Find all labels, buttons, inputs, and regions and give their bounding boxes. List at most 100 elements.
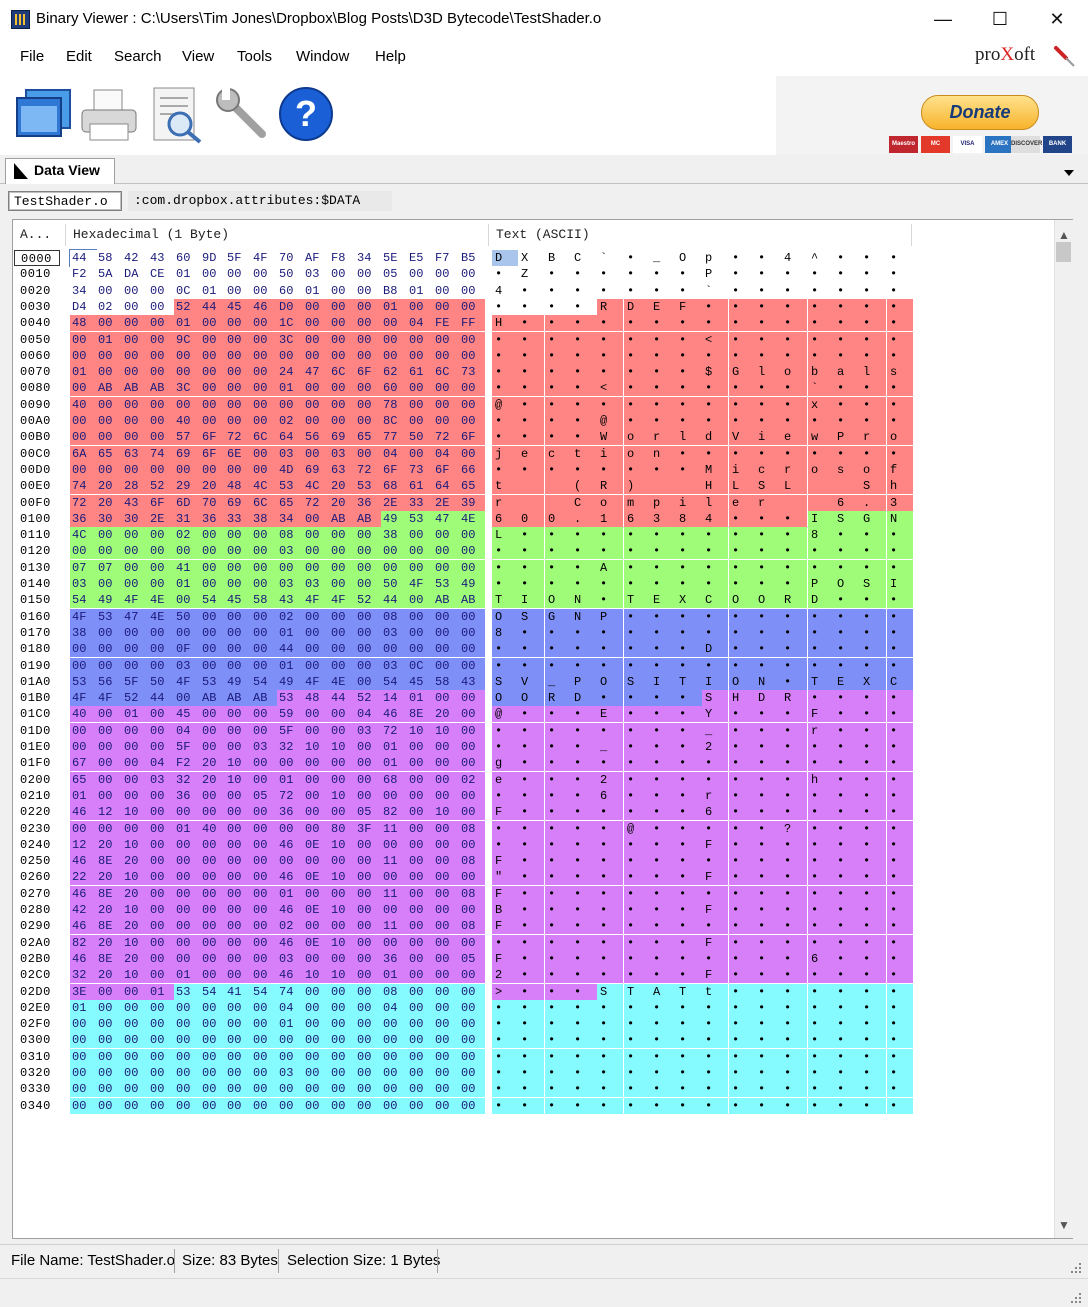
hex-byte-cell[interactable]: 00 <box>122 348 148 364</box>
hex-byte-cell[interactable]: 00 <box>277 853 303 869</box>
ascii-char-cell[interactable]: • <box>650 853 676 869</box>
hex-byte-cell[interactable]: 00 <box>174 348 200 364</box>
ascii-char-cell[interactable]: r <box>492 495 518 511</box>
ascii-char-cell[interactable]: • <box>781 315 807 331</box>
hex-byte-cell[interactable]: 48 <box>70 315 96 331</box>
ascii-char-cell[interactable]: • <box>676 1098 702 1114</box>
ascii-char-cell[interactable]: • <box>834 755 860 771</box>
ascii-char-cell[interactable]: • <box>702 886 728 902</box>
ascii-char-cell[interactable]: • <box>887 772 913 788</box>
ascii-char-cell[interactable]: • <box>781 804 807 820</box>
ascii-char-cell[interactable]: • <box>597 527 623 543</box>
ascii-char-cell[interactable]: @ <box>492 397 518 413</box>
ascii-char-cell[interactable]: • <box>597 1098 623 1114</box>
hex-byte-cell[interactable]: 03 <box>174 658 200 674</box>
ascii-char-cell[interactable]: ` <box>808 380 834 396</box>
ascii-char-cell[interactable]: • <box>650 543 676 559</box>
hex-byte-cell[interactable]: 10 <box>329 902 355 918</box>
hex-byte-cell[interactable]: 00 <box>200 1000 226 1016</box>
ascii-char-cell[interactable]: P <box>597 609 623 625</box>
hex-byte-cell[interactable]: 00 <box>174 1098 200 1114</box>
ascii-char-cell[interactable]: • <box>781 658 807 674</box>
hex-byte-cell[interactable]: 00 <box>407 397 433 413</box>
ascii-char-cell[interactable]: • <box>650 967 676 983</box>
ascii-char-cell[interactable]: • <box>887 625 913 641</box>
ascii-char-cell[interactable]: • <box>755 560 781 576</box>
hex-byte-cell[interactable]: 00 <box>200 1049 226 1065</box>
hex-byte-cell[interactable]: 03 <box>277 576 303 592</box>
hex-byte-cell[interactable]: 67 <box>70 755 96 771</box>
ascii-char-cell[interactable]: • <box>860 967 886 983</box>
hex-byte-cell[interactable]: 00 <box>225 723 251 739</box>
ascii-char-cell[interactable]: • <box>729 266 755 282</box>
ascii-char-cell[interactable]: I <box>518 592 544 608</box>
hex-byte-cell[interactable]: 00 <box>96 576 122 592</box>
ascii-char-cell[interactable]: • <box>545 1098 571 1114</box>
hex-byte-cell[interactable]: 10 <box>122 837 148 853</box>
hex-byte-cell[interactable]: 00 <box>329 299 355 315</box>
ascii-char-cell[interactable]: • <box>571 283 597 299</box>
ascii-char-cell[interactable]: • <box>545 918 571 934</box>
ascii-char-cell[interactable]: • <box>597 348 623 364</box>
ascii-char-cell[interactable]: • <box>834 397 860 413</box>
ascii-char-cell[interactable]: • <box>597 1049 623 1065</box>
hex-byte-cell[interactable]: 00 <box>200 576 226 592</box>
hex-byte-cell[interactable]: 00 <box>225 788 251 804</box>
ascii-char-cell[interactable]: • <box>887 984 913 1000</box>
ascii-char-cell[interactable]: • <box>781 1065 807 1081</box>
ascii-char-cell[interactable]: • <box>624 625 650 641</box>
ascii-char-cell[interactable]: • <box>571 837 597 853</box>
hex-byte-cell[interactable]: 00 <box>433 348 459 364</box>
hex-byte-cell[interactable]: 00 <box>303 821 329 837</box>
ascii-char-cell[interactable]: • <box>624 397 650 413</box>
row-address[interactable]: 0240 <box>14 837 60 853</box>
ascii-char-cell[interactable]: • <box>518 1016 544 1032</box>
hex-byte-cell[interactable]: 00 <box>148 1098 174 1114</box>
ascii-char-cell[interactable]: • <box>860 706 886 722</box>
row-address[interactable]: 0200 <box>14 772 60 788</box>
ascii-char-cell[interactable]: • <box>887 413 913 429</box>
hex-byte-cell[interactable]: AB <box>433 592 459 608</box>
row-address[interactable]: 00F0 <box>14 495 60 511</box>
hex-byte-cell[interactable]: 00 <box>70 1081 96 1097</box>
ascii-char-cell[interactable]: • <box>650 576 676 592</box>
ascii-char-cell[interactable]: • <box>860 739 886 755</box>
hex-byte-cell[interactable]: 02 <box>277 918 303 934</box>
hex-byte-cell[interactable]: 6F <box>148 495 174 511</box>
ascii-char-cell[interactable]: • <box>860 1098 886 1114</box>
ascii-char-cell[interactable]: • <box>624 935 650 951</box>
hex-byte-cell[interactable]: 01 <box>70 788 96 804</box>
hex-byte-cell[interactable]: 02 <box>174 527 200 543</box>
ascii-char-cell[interactable]: l <box>860 364 886 380</box>
hex-byte-cell[interactable]: 3E <box>70 984 96 1000</box>
hex-byte-cell[interactable]: 00 <box>148 1032 174 1048</box>
ascii-char-cell[interactable]: • <box>571 1081 597 1097</box>
row-address[interactable]: 0330 <box>14 1081 60 1097</box>
hex-byte-cell[interactable]: 00 <box>70 429 96 445</box>
ascii-char-cell[interactable]: • <box>860 609 886 625</box>
ascii-char-cell[interactable]: L <box>729 478 755 494</box>
hex-byte-cell[interactable]: 00 <box>200 706 226 722</box>
hex-byte-cell[interactable]: 00 <box>148 788 174 804</box>
hex-byte-cell[interactable]: 00 <box>251 1032 277 1048</box>
hex-byte-cell[interactable]: 00 <box>70 1065 96 1081</box>
ascii-char-cell[interactable]: • <box>702 772 728 788</box>
ascii-char-cell[interactable]: • <box>518 853 544 869</box>
ascii-char-cell[interactable]: • <box>545 1000 571 1016</box>
hex-byte-cell[interactable]: 00 <box>251 641 277 657</box>
hex-byte-cell[interactable]: 00 <box>96 1081 122 1097</box>
hex-byte-cell[interactable]: 11 <box>381 853 407 869</box>
hex-byte-cell[interactable]: 00 <box>96 641 122 657</box>
hex-byte-cell[interactable]: 00 <box>459 543 485 559</box>
hex-byte-cell[interactable]: 46 <box>70 886 96 902</box>
hex-byte-cell[interactable]: 73 <box>407 462 433 478</box>
ascii-char-cell[interactable]: • <box>676 348 702 364</box>
ascii-char-cell[interactable]: • <box>702 446 728 462</box>
hex-byte-cell[interactable]: 00 <box>407 853 433 869</box>
ascii-char-cell[interactable]: • <box>624 266 650 282</box>
hex-byte-cell[interactable]: 00 <box>200 1032 226 1048</box>
minimize-button[interactable]: — <box>920 0 966 38</box>
hex-byte-cell[interactable]: 00 <box>355 641 381 657</box>
ascii-char-cell[interactable]: 2 <box>702 739 728 755</box>
hex-byte-cell[interactable]: 00 <box>200 641 226 657</box>
